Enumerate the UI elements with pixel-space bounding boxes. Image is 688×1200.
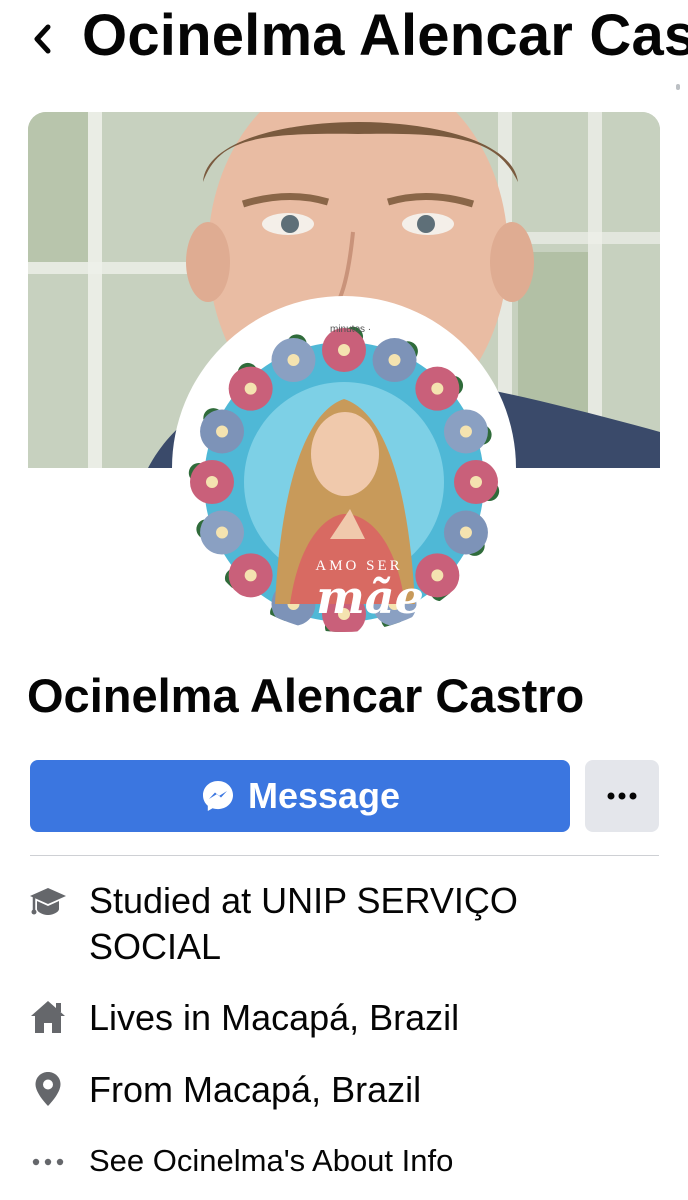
message-button[interactable]: Message <box>30 760 570 832</box>
wreath-flower-center <box>287 354 300 367</box>
wreath-flower-center <box>216 425 229 438</box>
wreath-flower-center <box>338 608 350 620</box>
wreath-flower-center <box>244 382 257 395</box>
more-options-button[interactable] <box>585 760 659 832</box>
divider <box>30 855 659 856</box>
more-dots-icon <box>32 1158 64 1166</box>
location-pin-icon <box>35 1072 61 1106</box>
wreath-flower-center <box>338 344 350 356</box>
see-about-info-text: See Ocinelma's About Info <box>89 1143 454 1178</box>
wreath-flower-center <box>206 476 218 488</box>
wreath-flower-center <box>431 382 444 395</box>
top-bar: Ocinelma Alencar Castro <box>0 0 688 84</box>
graduation-cap-icon <box>30 888 66 915</box>
home-icon <box>31 1001 65 1033</box>
profile-name: Ocinelma Alencar Castro <box>27 669 585 722</box>
page-title: Ocinelma Alencar Castro <box>82 3 688 68</box>
scroll-indicator <box>676 84 680 90</box>
hometown-link: Macapá, Brazil <box>183 1069 422 1110</box>
wreath-flower-center <box>470 476 482 488</box>
info-item-education-text: Studied at UNIP SERVIÇO SOCIAL <box>89 880 518 967</box>
info-item-from-text: From Macapá, Brazil <box>89 1069 422 1110</box>
wreath-flower-center <box>459 425 472 438</box>
wreath-flower-center <box>388 354 401 367</box>
back-button[interactable] <box>22 14 62 64</box>
avatar-meta-text: minutos · <box>330 324 371 335</box>
profile-picture[interactable]: minutos · <box>172 296 516 640</box>
profile-picture-image: minutos · <box>180 304 508 632</box>
messenger-icon <box>202 781 233 811</box>
info-item-lives-in-text: Lives in Macapá, Brazil <box>89 997 460 1038</box>
wreath-flower-center <box>431 569 444 582</box>
wreath-flower-center <box>216 526 229 539</box>
wreath-flower-center <box>244 569 257 582</box>
more-horizontal-icon <box>607 792 637 800</box>
location-link: Macapá, Brazil <box>221 997 460 1038</box>
wreath-flower-center <box>459 526 472 539</box>
message-button-label: Message <box>247 775 401 816</box>
chevron-left-icon <box>34 24 51 54</box>
